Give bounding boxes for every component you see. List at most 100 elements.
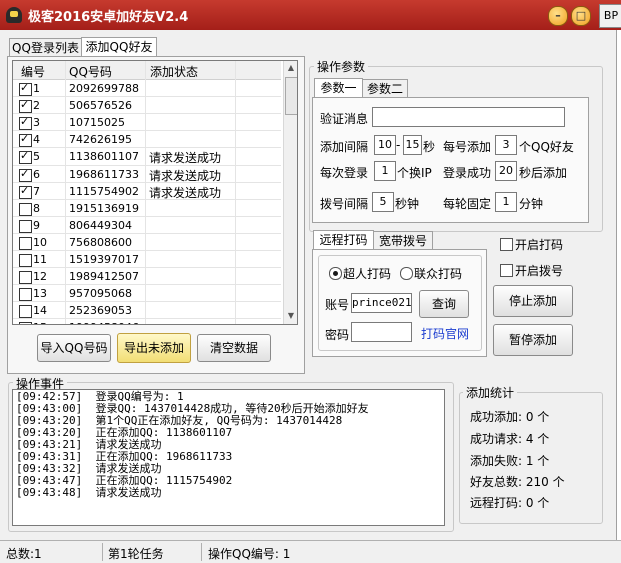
row-qq: 1519397017: [69, 253, 139, 266]
enable-captcha-checkbox[interactable]: [500, 238, 513, 251]
row-index: 14: [33, 304, 47, 318]
row-qq: 1115754902: [69, 184, 139, 198]
round-fixed-input[interactable]: 1: [495, 192, 517, 212]
minimize-icon: –: [555, 9, 561, 22]
table-row[interactable]: 51138601107请求发送成功: [13, 148, 281, 165]
table-row[interactable]: 13 957095068: [13, 285, 281, 302]
tab-params-two[interactable]: 参数二: [362, 79, 408, 98]
params-group-title: 操作参数: [314, 58, 369, 75]
table-row[interactable]: 2 506576526: [13, 97, 281, 114]
dial-interval-input[interactable]: 5: [372, 192, 394, 212]
row-qq: 1999458046: [69, 321, 139, 324]
minimize-button[interactable]: –: [548, 6, 568, 26]
enable-dial-checkbox[interactable]: [500, 264, 513, 277]
per-login-unit: 个换IP: [397, 166, 432, 180]
password-input[interactable]: [351, 322, 412, 342]
dial-interval-unit: 秒钟: [395, 197, 420, 211]
row-index: 1: [33, 82, 40, 95]
row-checkbox[interactable]: [19, 167, 32, 182]
table-row[interactable]: 8 1915136919: [13, 200, 281, 217]
row-qq: 1915136919: [69, 201, 139, 215]
row-index: 7: [33, 184, 40, 198]
row-qq: 2092699788: [69, 82, 139, 95]
row-checkbox[interactable]: [19, 254, 32, 267]
row-checkbox[interactable]: [19, 236, 32, 250]
row-index: 4: [33, 133, 40, 147]
row-index: 12: [33, 270, 47, 284]
stat-success-request: 成功请求: 4 个: [470, 432, 550, 446]
table-row[interactable]: 71115754902请求发送成功: [13, 183, 281, 200]
row-checkbox[interactable]: [19, 305, 32, 319]
row-checkbox[interactable]: [19, 271, 32, 285]
maximize-icon: □: [575, 9, 587, 22]
row-checkbox[interactable]: [19, 202, 32, 216]
status-total: 总数:1: [6, 547, 42, 561]
row-checkbox[interactable]: [19, 132, 32, 148]
scroll-thumb[interactable]: [285, 77, 297, 115]
radio-union-captcha[interactable]: [400, 267, 413, 280]
row-index: 6: [33, 167, 40, 181]
stat-fail-add: 添加失败: 1 个: [470, 454, 550, 468]
row-checkbox[interactable]: [19, 322, 32, 324]
tab-qq-login-list[interactable]: QQ登录列表: [9, 38, 82, 57]
extra-window-button[interactable]: BP: [599, 4, 621, 28]
row-checkbox[interactable]: [19, 98, 32, 114]
table-row[interactable]: 1 2092699788: [13, 80, 281, 97]
export-unadded-button[interactable]: 导出未添加: [117, 333, 191, 363]
row-index: 5: [33, 150, 40, 164]
scroll-up-icon[interactable]: ▲: [284, 61, 297, 75]
row-checkbox[interactable]: [19, 288, 32, 302]
per-qq-add-input[interactable]: 3: [495, 135, 517, 155]
table-row[interactable]: 9 806449304: [13, 217, 281, 234]
account-input[interactable]: prince0215: [351, 293, 412, 313]
import-qq-button[interactable]: 导入QQ号码: [37, 334, 111, 362]
captcha-site-link[interactable]: 打码官网: [421, 325, 469, 342]
enable-dial-label: 开启拨号: [515, 264, 564, 278]
status-bar: 总数:1 第1轮任务 操作QQ编号: 1: [0, 540, 621, 563]
radio-super-captcha[interactable]: [329, 267, 342, 280]
row-checkbox[interactable]: [19, 115, 32, 131]
query-button[interactable]: 查询: [419, 290, 469, 318]
password-label: 密码: [325, 328, 350, 342]
account-label: 账号: [325, 298, 350, 312]
row-index: 11: [33, 253, 47, 266]
add-interval-label: 添加间隔: [320, 140, 369, 154]
row-checkbox[interactable]: [19, 184, 32, 199]
per-login-label: 每次登录: [320, 166, 369, 180]
table-row[interactable]: 10 756808600: [13, 234, 281, 251]
qq-number-table[interactable]: 编号 QQ号码 添加状态 120926997882506576526310715…: [12, 60, 298, 325]
table-scrollbar[interactable]: ▲ ▼: [283, 61, 297, 324]
table-row[interactable]: 61968611733请求发送成功: [13, 166, 281, 183]
row-checkbox[interactable]: [19, 219, 32, 233]
tab-params-one[interactable]: 参数一: [314, 78, 363, 98]
status-round: 第1轮任务: [108, 547, 164, 561]
login-success-input[interactable]: 20: [495, 161, 517, 181]
stop-add-button[interactable]: 停止添加: [493, 285, 573, 317]
row-checkbox[interactable]: [19, 149, 32, 165]
row-qq: 506576526: [69, 99, 132, 113]
table-row[interactable]: 4 742626195: [13, 131, 281, 148]
tab-broadband-dial[interactable]: 宽带拨号: [373, 231, 433, 250]
pause-add-button[interactable]: 暂停添加: [493, 324, 573, 356]
scroll-down-icon[interactable]: ▼: [284, 309, 297, 323]
table-row[interactable]: 3 10715025: [13, 114, 281, 131]
interval-unit: 秒: [423, 140, 436, 154]
clear-data-button[interactable]: 清空数据: [197, 334, 271, 362]
log-line: [09:43:48] 请求发送成功: [16, 486, 162, 499]
row-index: 15: [33, 321, 47, 324]
table-row[interactable]: 12 1989412507: [13, 268, 281, 285]
interval-to-input[interactable]: 15: [403, 135, 422, 155]
table-row[interactable]: 15 1999458046: [13, 319, 281, 324]
interval-from-input[interactable]: 10: [374, 135, 396, 155]
log-textbox[interactable]: [09:42:57] 登录QQ编号为: 1 [09:43:00] 登录QQ: 14…: [12, 389, 445, 526]
table-row[interactable]: 14 252369053: [13, 302, 281, 319]
tab-add-qq-friend[interactable]: 添加QQ好友: [81, 37, 157, 57]
table-row[interactable]: 11 1519397017: [13, 251, 281, 268]
maximize-button[interactable]: □: [571, 6, 591, 26]
tab-remote-captcha[interactable]: 远程打码: [313, 230, 374, 250]
verify-message-input[interactable]: [372, 107, 565, 127]
row-checkbox[interactable]: [19, 81, 32, 96]
title-bar: 极客2016安卓加好友V2.4 – □ BP: [0, 0, 621, 30]
per-login-input[interactable]: 1: [374, 161, 396, 181]
row-qq: 742626195: [69, 133, 132, 147]
